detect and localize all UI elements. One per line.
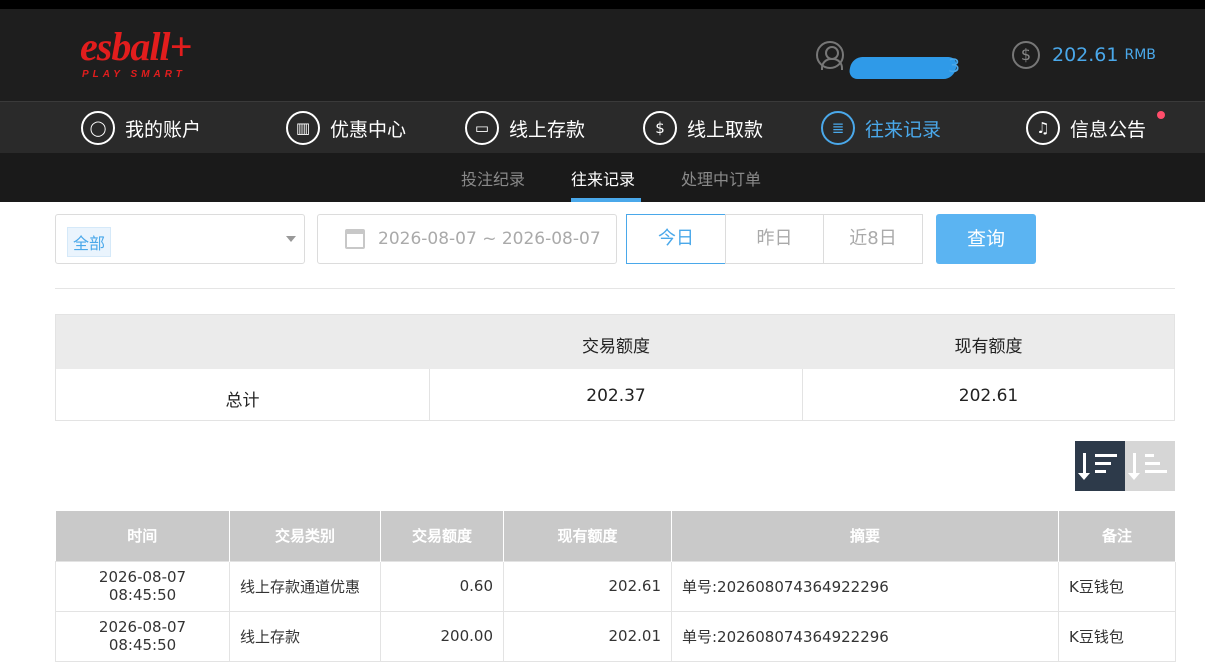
nav-label: 线上取款 bbox=[687, 118, 764, 141]
type-select[interactable]: 全部 bbox=[55, 214, 305, 264]
nav-label: 往来记录 bbox=[865, 118, 942, 141]
cell-remark: K豆钱包 bbox=[1058, 560, 1176, 612]
selected-type-tag: 全部 bbox=[67, 227, 112, 257]
divider bbox=[55, 288, 1175, 289]
summary-table: 交易额度 现有额度 总计 202.37 202.61 bbox=[55, 314, 1175, 421]
notification-dot bbox=[1157, 111, 1165, 119]
cell-amount: 0.60 bbox=[380, 560, 504, 612]
cell-summary: 单号:202608074364922296 bbox=[671, 610, 1059, 662]
cell-remark: K豆钱包 bbox=[1058, 610, 1176, 662]
sort-ascending-button[interactable] bbox=[1125, 441, 1175, 491]
calendar-icon bbox=[345, 229, 365, 249]
column-header-amount: 交易额度 bbox=[380, 511, 504, 561]
summary-header-amount: 交易额度 bbox=[582, 337, 650, 357]
subtab-bet-records[interactable]: 投注纪录 bbox=[461, 166, 525, 190]
user-info[interactable]: 3 bbox=[816, 40, 960, 79]
date-range-text: 2026-08-07 ~ 2026-08-07 bbox=[378, 229, 601, 249]
chevron-down-icon bbox=[286, 236, 296, 242]
bell-icon: ♫ bbox=[1026, 111, 1060, 145]
cell-time: 2026-08-07 08:45:50 bbox=[55, 560, 230, 612]
sub-nav: 投注纪录 往来记录 处理中订单 bbox=[0, 153, 1205, 202]
user-icon: ◯ bbox=[81, 111, 115, 145]
date-range-input[interactable]: 2026-08-07 ~ 2026-08-07 bbox=[317, 214, 617, 264]
summary-total-balance: 202.61 bbox=[958, 386, 1019, 406]
logo-tagline: PLAY SMART bbox=[82, 69, 186, 80]
cell-summary: 单号:202608074364922296 bbox=[671, 560, 1059, 612]
gift-icon: ▥ bbox=[286, 111, 320, 145]
sort-line bbox=[1145, 462, 1160, 465]
table-row: 2026-08-07 08:45:50 线上存款 200.00 202.01 单… bbox=[55, 610, 1176, 662]
balance-amount: 202.61 bbox=[1052, 44, 1119, 66]
balance-currency: RMB bbox=[1124, 47, 1156, 63]
cell-balance: 202.61 bbox=[503, 560, 672, 612]
cell-type: 线上存款通道优惠 bbox=[229, 560, 381, 612]
column-header-remark: 备注 bbox=[1058, 511, 1176, 561]
yesterday-button[interactable]: 昨日 bbox=[725, 214, 824, 264]
column-header-summary: 摘要 bbox=[671, 511, 1059, 561]
summary-total-amount: 202.37 bbox=[586, 386, 646, 406]
cell-type: 线上存款 bbox=[229, 610, 381, 662]
nav-label: 线上存款 bbox=[509, 118, 586, 141]
subtab-pending-orders[interactable]: 处理中订单 bbox=[681, 166, 761, 190]
sort-line bbox=[1095, 454, 1117, 457]
summary-total-label: 总计 bbox=[225, 391, 260, 411]
withdraw-icon: $ bbox=[643, 111, 677, 145]
today-button[interactable]: 今日 bbox=[626, 214, 726, 264]
sort-line bbox=[1145, 454, 1154, 457]
column-header-balance: 现有额度 bbox=[503, 511, 672, 561]
column-header-type: 交易类别 bbox=[229, 511, 381, 561]
main-nav: ◯ 我的账户 ▥ 优惠中心 ▭ 线上存款 $ 线上取款 ≣ 往来记录 ♫ 信息公… bbox=[0, 101, 1205, 153]
cell-time: 2026-08-07 08:45:50 bbox=[55, 610, 230, 662]
sort-descending-button[interactable] bbox=[1075, 441, 1125, 491]
sort-line bbox=[1145, 470, 1167, 473]
table-header-row: 时间 交易类别 交易额度 现有额度 摘要 备注 bbox=[55, 511, 1176, 561]
last-8-days-button[interactable]: 近8日 bbox=[823, 214, 923, 264]
nav-item-withdraw[interactable]: $ 线上取款 bbox=[643, 111, 763, 145]
search-button[interactable]: 查询 bbox=[936, 214, 1036, 264]
sort-line bbox=[1095, 470, 1106, 473]
nav-item-announcements[interactable]: ♫ 信息公告 bbox=[1026, 111, 1146, 145]
nav-item-promotions[interactable]: ▥ 优惠中心 bbox=[286, 111, 406, 145]
nav-label: 我的账户 bbox=[125, 118, 202, 141]
username-suffix: 3 bbox=[948, 55, 961, 77]
cell-amount: 200.00 bbox=[380, 610, 504, 662]
summary-header-balance: 现有额度 bbox=[954, 337, 1023, 357]
top-strip bbox=[0, 0, 1205, 9]
header: esball+ PLAY SMART 3 $ 202.61 RMB bbox=[0, 9, 1205, 101]
nav-item-my-account[interactable]: ◯ 我的账户 bbox=[81, 111, 201, 145]
table-row: 2026-08-07 08:45:50 线上存款通道优惠 0.60 202.61… bbox=[55, 560, 1176, 612]
records-icon: ≣ bbox=[821, 111, 855, 145]
sort-asc-icon bbox=[1128, 453, 1140, 480]
cell-balance: 202.01 bbox=[503, 610, 672, 662]
dollar-icon: $ bbox=[1012, 41, 1040, 69]
deposit-icon: ▭ bbox=[465, 111, 499, 145]
user-icon bbox=[816, 41, 844, 70]
logo-wordmark: esball+ bbox=[80, 24, 192, 69]
transactions-table: 时间 交易类别 交易额度 现有额度 摘要 备注 2026-08-07 08:45… bbox=[55, 511, 1176, 662]
nav-label: 信息公告 bbox=[1070, 118, 1147, 141]
balance-info: $ 202.61 RMB bbox=[1012, 40, 1156, 70]
nav-label: 优惠中心 bbox=[330, 118, 407, 141]
active-tab-underline bbox=[571, 198, 641, 202]
column-header-time: 时间 bbox=[55, 511, 230, 561]
sort-desc-icon bbox=[1078, 453, 1090, 480]
esball-logo[interactable]: esball+ PLAY SMART bbox=[80, 27, 220, 87]
nav-item-deposit[interactable]: ▭ 线上存款 bbox=[465, 111, 585, 145]
username-redaction bbox=[847, 57, 959, 79]
sort-line bbox=[1095, 462, 1111, 465]
nav-item-records[interactable]: ≣ 往来记录 bbox=[821, 111, 941, 145]
subtab-transaction-records[interactable]: 往来记录 bbox=[571, 166, 635, 190]
